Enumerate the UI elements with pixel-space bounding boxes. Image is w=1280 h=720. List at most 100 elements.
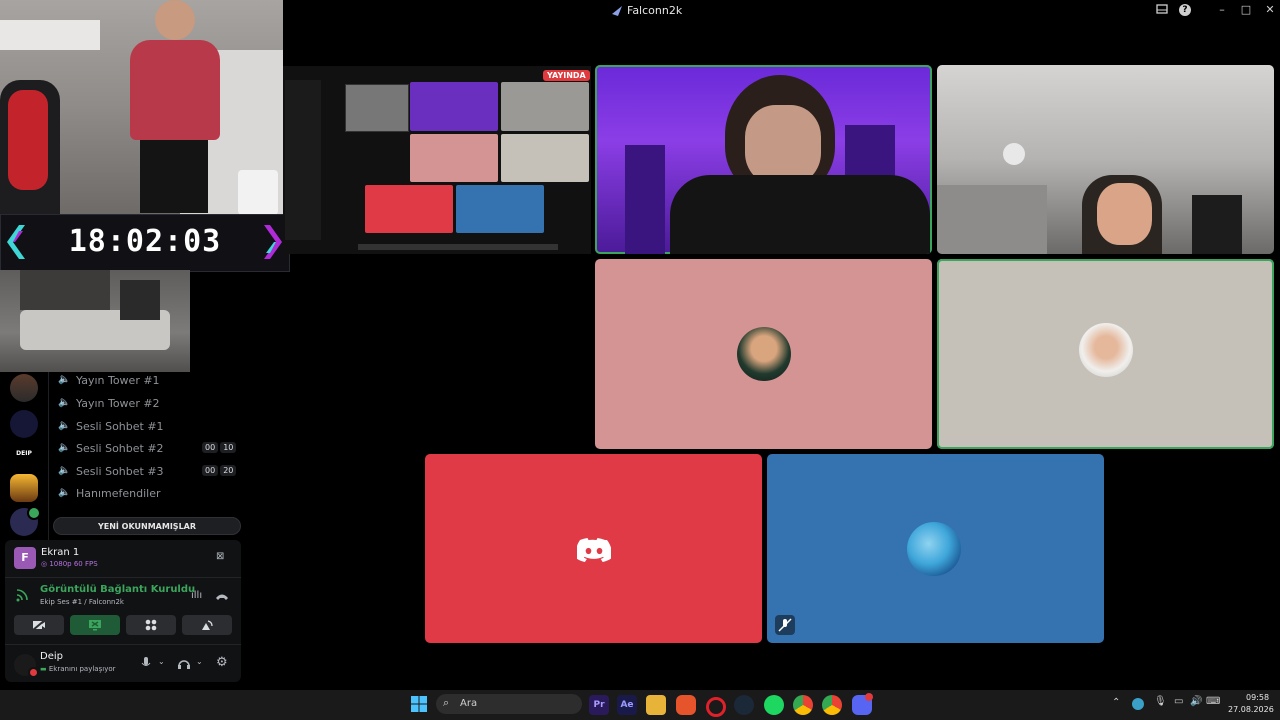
headphones-options-chevron-icon[interactable]: ⌄ — [196, 657, 203, 666]
stream-quality: ◎ 1080p 60 FPS — [41, 560, 98, 568]
brave-browser-icon[interactable] — [676, 695, 696, 715]
tray-network-icon[interactable]: ⌨ — [1206, 696, 1220, 707]
channel-yayin-tower-1[interactable]: 🔈 Yayın Tower #1 — [58, 370, 160, 390]
discord-logo-icon — [577, 538, 611, 562]
soundboard-button[interactable] — [182, 615, 232, 635]
stream-name: Ekran 1 — [41, 547, 80, 558]
stop-stream-icon[interactable]: ⊠ — [216, 551, 228, 563]
connection-status: Görüntülü Bağlantı Kuruldu — [40, 584, 196, 595]
stream-quality-text: 1080p 60 FPS — [49, 560, 98, 568]
stream-avatar: F — [14, 547, 36, 569]
spotify-icon[interactable] — [764, 695, 784, 715]
count-current: 00 — [202, 465, 219, 476]
webcam-overlay-top — [0, 0, 283, 215]
speaker-icon: 🔈 — [58, 374, 71, 385]
channel-name: Sesli Sohbet #1 — [76, 419, 164, 433]
channel-hanimefendiler[interactable]: 🔈 Hanımefendiler — [58, 483, 161, 503]
microphone-icon[interactable] — [141, 657, 151, 669]
count-current: 00 — [202, 442, 219, 453]
video-tile-user-4[interactable] — [937, 259, 1274, 449]
new-unreads-button[interactable]: YENİ OKUNMAMIŞLAR — [53, 517, 241, 535]
speaker-icon: 🔈 — [58, 465, 71, 476]
video-tile-user-2[interactable] — [937, 65, 1274, 254]
channel-sesli-sohbet-3[interactable]: 🔈 Sesli Sohbet #3 — [58, 461, 164, 481]
speaker-icon: 🔈 — [58, 420, 71, 431]
server-icon-1[interactable] — [10, 374, 38, 402]
user-status-dot — [28, 667, 39, 678]
taskbar-search[interactable]: ⌕ Ara — [436, 694, 582, 714]
channel-name: Sesli Sohbet #2 — [76, 441, 164, 455]
app-logo-icon — [612, 6, 622, 16]
user-name[interactable]: Deip — [40, 651, 63, 662]
speaker-icon: 🔈 — [58, 487, 71, 498]
count-limit: 20 — [220, 465, 237, 476]
discord-notification-badge — [865, 693, 873, 701]
tray-overflow-chevron-icon[interactable]: ⌃ — [1112, 697, 1120, 708]
server-icon-2[interactable] — [10, 410, 38, 438]
user-status-text: Ekranını paylaşıyor — [48, 665, 116, 673]
speaker-icon: 🔈 — [58, 397, 71, 408]
windows-start-icon[interactable] — [411, 696, 427, 712]
headphones-icon[interactable] — [177, 657, 191, 669]
opera-icon[interactable] — [706, 697, 726, 717]
channel-name: Sesli Sohbet #3 — [76, 464, 164, 478]
taskbar — [0, 690, 1280, 720]
channel-user-count: 00 10 — [202, 442, 237, 453]
activities-button[interactable] — [126, 615, 176, 635]
connection-signal-icon — [16, 589, 28, 602]
chrome-icon[interactable] — [793, 695, 813, 715]
user-4-avatar — [1079, 323, 1133, 377]
channel-name: Yayın Tower #2 — [76, 396, 160, 410]
server-icon-3[interactable] — [10, 474, 38, 502]
search-icon: ⌕ — [443, 696, 450, 709]
after-effects-icon[interactable]: Ae — [617, 695, 637, 715]
settings-gear-icon[interactable]: ⚙ — [216, 655, 228, 670]
tray-display-icon[interactable]: ▭ — [1174, 696, 1183, 707]
video-tile-user-1[interactable] — [595, 65, 932, 254]
video-tile-discord[interactable] — [425, 454, 762, 643]
server-label-deip[interactable]: DEIP — [10, 446, 38, 462]
inbox-icon[interactable] — [1155, 3, 1169, 17]
tray-microphone-icon[interactable]: 🎙 — [1154, 696, 1167, 707]
tray-volume-icon[interactable]: 🔊 — [1190, 696, 1202, 707]
disconnect-icon[interactable] — [215, 591, 229, 601]
help-icon[interactable]: ? — [1179, 4, 1191, 16]
camera-off-button[interactable] — [14, 615, 64, 635]
file-explorer-icon[interactable] — [646, 695, 666, 715]
channel-sesli-sohbet-1[interactable]: 🔈 Sesli Sohbet #1 — [58, 416, 164, 436]
channel-name: Hanımefendiler — [76, 486, 161, 500]
noise-suppression-icon[interactable]: ıllı — [191, 590, 205, 602]
taskbar-date[interactable]: 27.08.2026 — [1228, 705, 1274, 714]
live-badge: YAYINDA — [543, 70, 590, 81]
clock-time: 18:02:03 — [68, 224, 222, 259]
count-limit: 10 — [220, 442, 237, 453]
premiere-pro-icon[interactable]: Pr — [589, 695, 609, 715]
video-tile-user-5[interactable] — [767, 454, 1104, 643]
user-status: ▬ Ekranını paylaşıyor — [40, 665, 116, 673]
channel-yayin-tower-2[interactable]: 🔈 Yayın Tower #2 — [58, 393, 160, 413]
channel-name: Yayın Tower #1 — [76, 373, 160, 387]
steam-icon[interactable] — [734, 695, 754, 715]
screen-share-button[interactable] — [70, 615, 120, 635]
channel-sesli-sohbet-2[interactable]: 🔈 Sesli Sohbet #2 — [58, 438, 164, 458]
screen-share-status-icon: ▬ — [40, 665, 47, 673]
muted-mic-icon — [775, 615, 795, 635]
screen-share-preview[interactable] — [283, 66, 591, 254]
speaker-icon: 🔈 — [58, 442, 71, 453]
user-3-avatar — [737, 327, 791, 381]
chrome-profile-icon[interactable] — [822, 695, 842, 715]
channel-user-count: 00 20 — [202, 465, 237, 476]
taskbar-time[interactable]: 09:58 — [1246, 693, 1269, 702]
search-placeholder: Ara — [460, 698, 478, 709]
tray-app-icon[interactable] — [1132, 698, 1144, 710]
minimize-icon[interactable]: – — [1215, 3, 1229, 17]
webcam-overlay-bottom — [0, 270, 190, 374]
close-icon[interactable]: ✕ — [1263, 3, 1277, 17]
mic-options-chevron-icon[interactable]: ⌄ — [158, 657, 165, 666]
window-title: Falconn2k — [627, 4, 683, 17]
user-5-avatar — [907, 522, 961, 576]
connection-channel[interactable]: Ekip Ses #1 / Falconn2k — [40, 598, 124, 606]
video-tile-user-3[interactable] — [595, 259, 932, 449]
maximize-icon[interactable]: □ — [1239, 3, 1253, 17]
notification-dot — [27, 506, 41, 520]
